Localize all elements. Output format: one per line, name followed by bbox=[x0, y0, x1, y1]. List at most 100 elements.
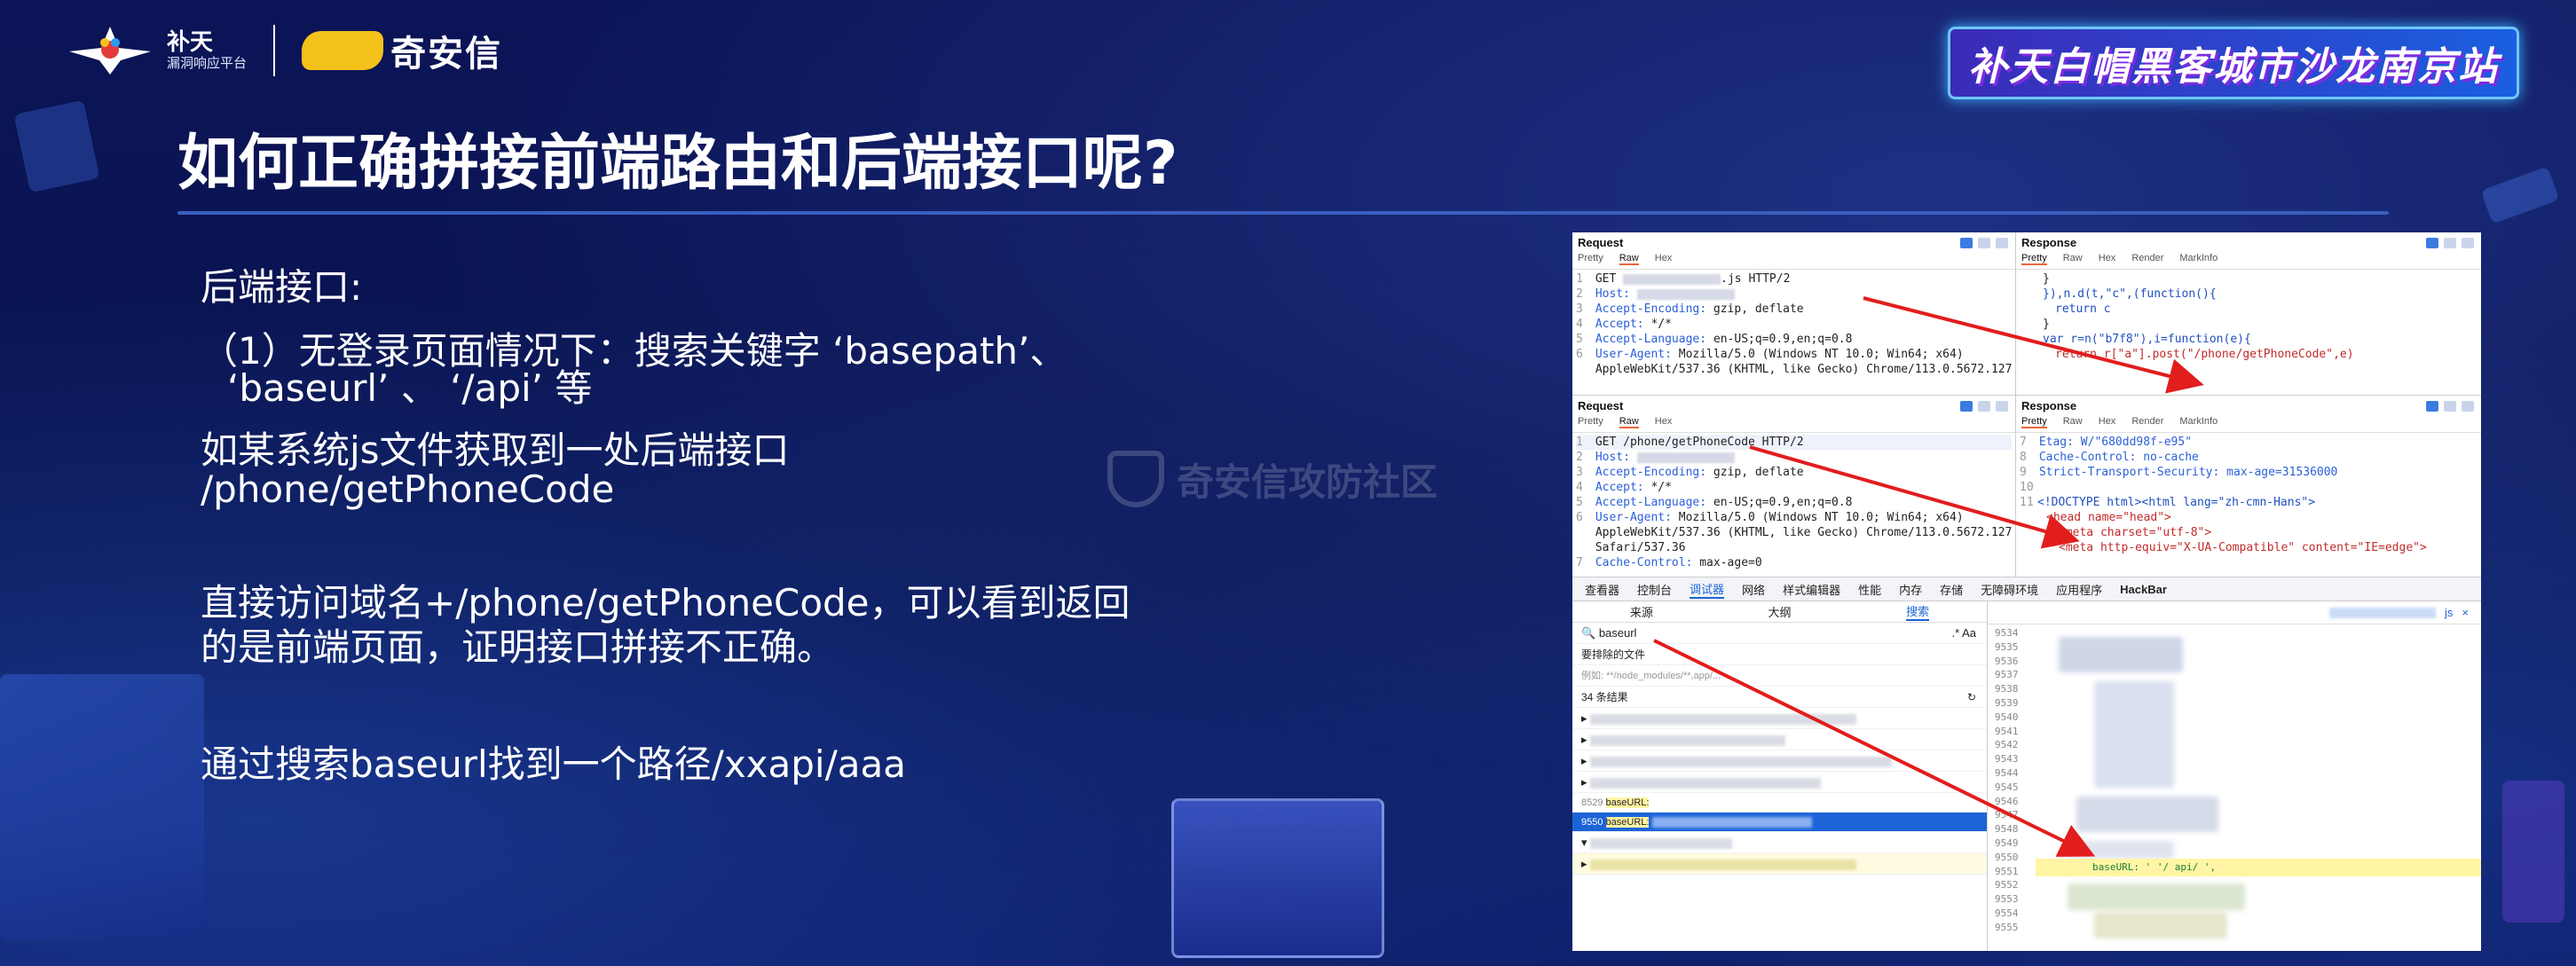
tab-hex[interactable]: Hex bbox=[1655, 253, 1673, 265]
resp-line: 7 Etag: W/"680dd98f-e95" bbox=[2020, 435, 2478, 450]
resp-text: <!DOCTYPE html><html lang="zh-cmn-Hans"> bbox=[2037, 496, 2316, 509]
wrap-icon[interactable] bbox=[2426, 401, 2438, 412]
req-value: /phone/getPhoneCode HTTP/2 bbox=[1623, 436, 1804, 449]
search-input[interactable]: baseurl bbox=[1599, 626, 1637, 640]
result-match-row-selected[interactable]: 9550 baseURL: bbox=[1572, 813, 1987, 832]
tab-pretty[interactable]: Pretty bbox=[1578, 253, 1603, 265]
match-text: baseURL: bbox=[1605, 797, 1650, 808]
para-no-login-line2: ‘baseurl’ 、 ‘/api’ 等 bbox=[227, 366, 593, 410]
devtools-tab-hackbar[interactable]: HackBar bbox=[2120, 583, 2167, 596]
header-value: Mozilla/5.0 (Windows NT 10.0; Win64; x64… bbox=[1678, 511, 1964, 524]
devtools-tab-inspector[interactable]: 查看器 bbox=[1585, 581, 1619, 598]
gutter-line: 9539 bbox=[1995, 696, 2019, 709]
refresh-icon[interactable]: ↻ bbox=[1967, 687, 1976, 707]
page-title: 如何正确拼接前端路由和后端接口呢? bbox=[177, 129, 1178, 199]
tab-render[interactable]: Render bbox=[2131, 416, 2163, 428]
menu-icon[interactable] bbox=[2462, 401, 2474, 412]
req-line: 7 Cache-Control: max-age=0 bbox=[1576, 555, 2012, 570]
burp1-request-title: Request bbox=[1578, 236, 1624, 249]
tab-pretty[interactable]: Pretty bbox=[2021, 416, 2047, 428]
devtools-tab-debugger[interactable]: 调试器 bbox=[1690, 580, 1725, 599]
result-file-row[interactable]: ▾ bbox=[1572, 832, 1987, 853]
devtools-tab-accessibility[interactable]: 无障碍环境 bbox=[1981, 581, 2038, 598]
burp2-request-icons bbox=[1960, 401, 2008, 412]
devtools-tab-network[interactable]: 网络 bbox=[1742, 581, 1765, 598]
tab-render[interactable]: Render bbox=[2131, 253, 2163, 265]
req-method: GET bbox=[1595, 436, 1617, 449]
search-options[interactable]: .* Aa bbox=[1952, 623, 1976, 643]
req-line: 5 Accept-Language: en-US;q=0.9,en;q=0.8 bbox=[1576, 495, 2012, 510]
search-field[interactable]: 🔍 baseurl bbox=[1581, 623, 1636, 643]
burp1-request-tabs: Pretty Raw Hex bbox=[1572, 251, 2015, 270]
newline-icon[interactable] bbox=[2444, 401, 2456, 412]
result-file-row[interactable]: ▸ bbox=[1572, 750, 1987, 772]
tab-raw[interactable]: Raw bbox=[2063, 416, 2083, 428]
redacted-block bbox=[1590, 756, 1893, 767]
tab-raw[interactable]: Raw bbox=[1619, 253, 1639, 265]
header-key: Accept-Encoding: bbox=[1595, 466, 1707, 479]
tab-hex[interactable]: Hex bbox=[2099, 416, 2116, 428]
tab-hex[interactable]: Hex bbox=[1655, 416, 1673, 428]
code-line-baseurl: baseURL: ' '/ api/ ', bbox=[2036, 859, 2481, 876]
devtools-tab-performance[interactable]: 性能 bbox=[1858, 581, 1881, 598]
screenshot-composite: Request Pretty Raw Hex 1 GET .js HTTP/2 … bbox=[1572, 232, 2481, 951]
result-file-row[interactable]: ▸ bbox=[1572, 772, 1987, 793]
devtools-tab-style-editor[interactable]: 样式编辑器 bbox=[1783, 581, 1840, 598]
exclude-input[interactable]: 例如: **/node_modules/**,app/... bbox=[1572, 665, 1987, 687]
menu-icon[interactable] bbox=[1996, 401, 2008, 412]
req-line: 1 GET /phone/getPhoneCode HTTP/2 bbox=[1576, 435, 2012, 450]
header-key: Host: bbox=[1595, 451, 1630, 464]
subtab-sources[interactable]: 来源 bbox=[1630, 603, 1653, 620]
burp2-response-title: Response bbox=[2021, 399, 2077, 412]
devtools-tab-console[interactable]: 控制台 bbox=[1637, 581, 1672, 598]
burp2-response-icons bbox=[2426, 401, 2474, 412]
tab-pretty[interactable]: Pretty bbox=[2021, 253, 2047, 265]
code-text: baseURL: ' '/ api/ ', bbox=[2092, 861, 2217, 873]
line-number: 1 bbox=[1576, 272, 1583, 286]
result-file-row[interactable]: ▸ bbox=[1572, 853, 1987, 875]
file-tab[interactable]: js bbox=[2445, 606, 2453, 619]
devtools-tab-memory[interactable]: 内存 bbox=[1899, 581, 1922, 598]
line-number: 7 bbox=[1576, 556, 1583, 569]
gutter-line: 9541 bbox=[1995, 725, 2019, 737]
redacted-block bbox=[2076, 797, 2218, 832]
tab-hex[interactable]: Hex bbox=[2099, 253, 2116, 265]
header-key: User-Agent: bbox=[1595, 511, 1672, 524]
wrap-icon[interactable] bbox=[2426, 238, 2438, 248]
req-line: 5 Accept-Language: en-US;q=0.9,en;q=0.8 bbox=[1576, 332, 2012, 347]
gutter-line: 9545 bbox=[1995, 781, 2019, 793]
results-count: 34 条结果 bbox=[1581, 691, 1628, 703]
menu-icon[interactable] bbox=[2462, 238, 2474, 248]
tab-pretty[interactable]: Pretty bbox=[1578, 416, 1603, 428]
line-number: 6 bbox=[1576, 511, 1583, 524]
decor-cube-right bbox=[2502, 781, 2564, 923]
result-file-row[interactable]: ▸ bbox=[1572, 708, 1987, 729]
menu-icon[interactable] bbox=[1996, 238, 2008, 248]
devtools-tab-storage[interactable]: 存储 bbox=[1940, 581, 1963, 598]
req-line: 3 Accept-Encoding: gzip, deflate bbox=[1576, 465, 2012, 480]
req-line: 2 Host: bbox=[1576, 450, 2012, 465]
resp-line-post-call: return r["a"].post("/phone/getPhoneCode"… bbox=[2055, 348, 2354, 361]
match-text: baseURL: bbox=[1605, 817, 1650, 828]
tab-markinfo[interactable]: MarkInfo bbox=[2179, 253, 2218, 265]
wrap-icon[interactable] bbox=[1960, 401, 1973, 412]
newline-icon[interactable] bbox=[1978, 238, 1990, 248]
subtab-search[interactable]: 搜索 bbox=[1906, 602, 1930, 621]
result-match-row[interactable]: 8529 baseURL: bbox=[1572, 793, 1987, 813]
tab-raw[interactable]: Raw bbox=[1619, 416, 1639, 428]
redacted-block bbox=[1590, 859, 1857, 870]
newline-icon[interactable] bbox=[2444, 238, 2456, 248]
newline-icon[interactable] bbox=[1978, 401, 1990, 412]
result-file-row[interactable]: ▸ bbox=[1572, 729, 1987, 750]
qax-logo: 奇安信 bbox=[302, 25, 502, 76]
tab-raw[interactable]: Raw bbox=[2063, 253, 2083, 265]
burp2-response-lines: 7 Etag: W/"680dd98f-e95" 8 Cache-Control… bbox=[2016, 433, 2481, 557]
logo-divider bbox=[273, 25, 276, 76]
tab-markinfo[interactable]: MarkInfo bbox=[2179, 416, 2218, 428]
wrap-icon[interactable] bbox=[1960, 238, 1973, 248]
watermark-text: 奇安信攻防社区 bbox=[1177, 459, 1438, 504]
close-icon[interactable]: × bbox=[2462, 606, 2469, 619]
redacted-block bbox=[1590, 777, 1822, 789]
devtools-tab-application[interactable]: 应用程序 bbox=[2056, 581, 2102, 598]
subtab-outline[interactable]: 大纲 bbox=[1768, 603, 1791, 620]
